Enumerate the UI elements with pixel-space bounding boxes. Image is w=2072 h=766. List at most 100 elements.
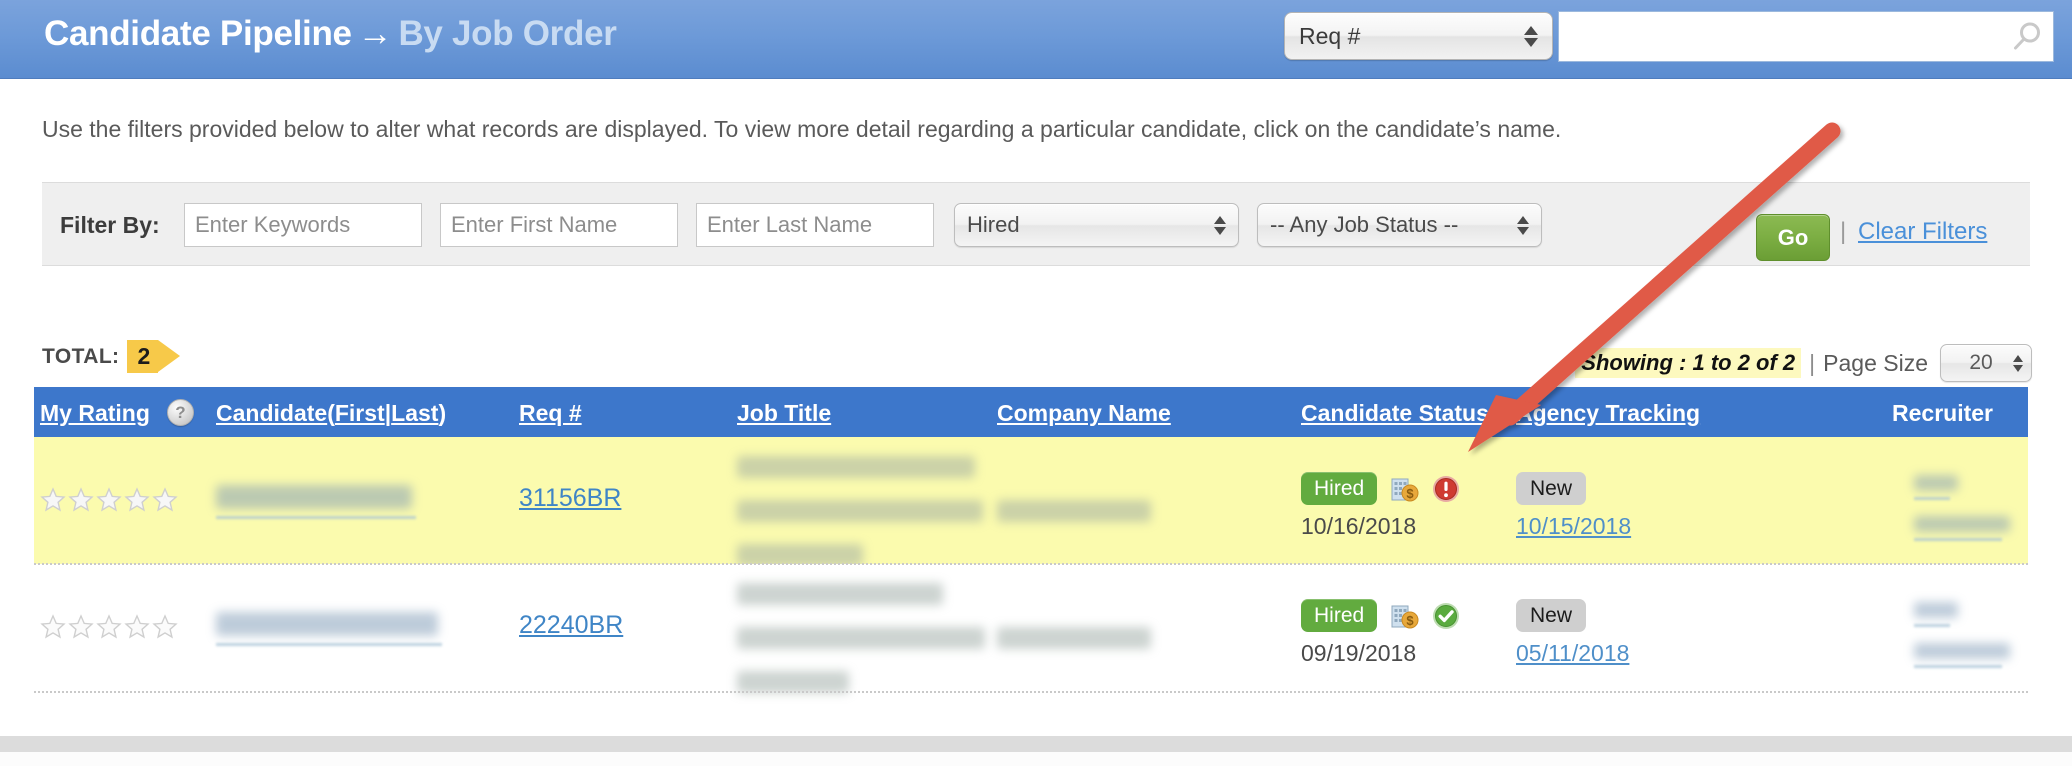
- filter-by-label: Filter By:: [60, 212, 160, 238]
- bottom-fill: [0, 752, 2072, 766]
- column-header-candidate[interactable]: Candidate(First|Last): [216, 400, 446, 427]
- table-row[interactable]: 22240BR Hired $ 09/19/2018 New 05/11/201…: [34, 564, 2028, 693]
- star-icon[interactable]: [68, 614, 94, 640]
- job-title-value: [737, 456, 983, 566]
- page-size-separator: |: [1809, 349, 1816, 376]
- column-label-agency-tracking: Agency Tracking: [1516, 400, 1701, 426]
- search-icon[interactable]: [2009, 19, 2045, 55]
- search-scope-value: Req #: [1299, 22, 1361, 49]
- column-label-candidate: Candidate: [216, 400, 328, 426]
- filter-bar: Filter By: Hired -- Any Job Status --: [42, 182, 2030, 266]
- first-name-input[interactable]: [440, 203, 678, 247]
- page-size-label: Page Size: [1823, 349, 1928, 376]
- green-check-icon[interactable]: [1431, 601, 1461, 631]
- req-link[interactable]: 31156BR: [519, 484, 621, 513]
- chevron-updown-icon: [1517, 215, 1529, 235]
- status-badge: Hired: [1301, 472, 1378, 505]
- column-label-req: Req #: [519, 400, 582, 426]
- red-exclamation-icon[interactable]: [1431, 474, 1461, 504]
- go-button[interactable]: Go: [1756, 214, 1830, 261]
- column-header-job-title[interactable]: Job Title: [737, 400, 831, 427]
- table-header-row: My Rating ? Candidate(First|Last) Req # …: [34, 387, 2028, 437]
- question-mark-icon[interactable]: ?: [167, 399, 194, 426]
- bottom-band: [0, 736, 2072, 752]
- row-divider: [34, 563, 2028, 565]
- page-title: Candidate Pipeline → By Job Order: [44, 14, 617, 54]
- clear-filters-link[interactable]: Clear Filters: [1858, 218, 1987, 246]
- showing-range: Showing : 1 to 2 of 2: [1575, 348, 1802, 378]
- recruiter-cell: [1914, 602, 2010, 668]
- rating-stars[interactable]: [40, 487, 178, 513]
- chevron-updown-icon: [2013, 354, 2023, 372]
- title-arrow-icon: →: [357, 14, 393, 53]
- column-header-my-rating[interactable]: My Rating: [40, 400, 150, 427]
- job-status-value: -- Any Job Status --: [1270, 212, 1459, 237]
- company-name-value: [997, 627, 1151, 649]
- keywords-input[interactable]: [184, 203, 422, 247]
- column-label-recruiter: Recruiter: [1892, 400, 1993, 426]
- star-icon[interactable]: [40, 487, 66, 513]
- job-status-select[interactable]: -- Any Job Status --: [1257, 203, 1542, 247]
- svg-text:$: $: [1407, 613, 1415, 628]
- page-title-main: Candidate Pipeline: [44, 14, 352, 53]
- req-link[interactable]: 22240BR: [519, 611, 623, 640]
- column-label-last[interactable]: Last: [391, 400, 438, 426]
- candidate-paren-open: (: [327, 400, 335, 426]
- column-header-candidate-status[interactable]: Candidate Status: [1301, 400, 1489, 427]
- status-date: 09/19/2018: [1301, 640, 1417, 666]
- rating-stars[interactable]: [40, 614, 178, 640]
- table-row[interactable]: 31156BR Hired $ 10/16/2018 New 10/15/201…: [34, 437, 2028, 566]
- star-icon[interactable]: [124, 614, 150, 640]
- column-label-candidate-status: Candidate Status: [1301, 400, 1489, 426]
- column-label-company-name: Company Name: [997, 400, 1171, 426]
- global-search-box[interactable]: [1558, 11, 2054, 62]
- column-label-job-title: Job Title: [737, 400, 832, 426]
- column-header-agency-tracking[interactable]: Agency Tracking: [1516, 400, 1700, 427]
- candidate-status-cell: Hired $: [1301, 599, 1461, 667]
- filter-separator: |: [1840, 218, 1847, 245]
- app-header: Candidate Pipeline → By Job Order Req #: [0, 0, 2072, 79]
- status-date: 10/16/2018: [1301, 513, 1417, 539]
- total-badge: 2: [127, 340, 180, 373]
- star-icon[interactable]: [96, 487, 122, 513]
- candidate-status-select[interactable]: Hired: [954, 203, 1239, 247]
- company-name-value: [997, 500, 1151, 522]
- column-label-first[interactable]: First: [335, 400, 385, 426]
- total-summary: TOTAL: 2: [42, 340, 180, 373]
- star-icon[interactable]: [124, 487, 150, 513]
- building-money-icon[interactable]: $: [1389, 474, 1419, 504]
- agency-date-link[interactable]: 10/15/2018: [1516, 513, 1631, 540]
- page-title-sub: By Job Order: [398, 14, 617, 53]
- candidate-name-link[interactable]: [216, 612, 442, 646]
- column-label-my-rating: My Rating: [40, 400, 150, 426]
- star-icon[interactable]: [96, 614, 122, 640]
- column-header-company-name[interactable]: Company Name: [997, 400, 1171, 427]
- column-header-recruiter: Recruiter: [1892, 400, 1993, 427]
- column-header-req[interactable]: Req #: [519, 400, 582, 427]
- candidate-name-link[interactable]: [216, 485, 416, 519]
- recruiter-cell: [1914, 475, 2010, 541]
- search-scope-select[interactable]: Req #: [1284, 12, 1553, 60]
- candidate-status-value: Hired: [967, 212, 1020, 237]
- star-icon[interactable]: [40, 614, 66, 640]
- agency-tracking-cell: New 10/15/2018: [1516, 472, 1631, 540]
- agency-badge: New: [1516, 472, 1587, 505]
- page-size-value: 20: [1969, 351, 1993, 374]
- instruction-text: Use the filters provided below to alter …: [42, 116, 1562, 142]
- star-icon[interactable]: [68, 487, 94, 513]
- agency-tracking-cell: New 05/11/2018: [1516, 599, 1629, 667]
- candidate-status-cell: Hired $: [1301, 472, 1461, 540]
- page-size-select[interactable]: 20: [1940, 344, 2032, 382]
- star-icon[interactable]: [152, 614, 178, 640]
- job-title-value: [737, 583, 985, 693]
- building-money-icon[interactable]: $: [1389, 601, 1419, 631]
- candidate-paren-close: ): [438, 400, 447, 426]
- last-name-input[interactable]: [696, 203, 934, 247]
- agency-date-link[interactable]: 05/11/2018: [1516, 640, 1629, 667]
- total-label: TOTAL:: [42, 344, 120, 368]
- agency-badge: New: [1516, 599, 1587, 632]
- pagination-summary: Showing : 1 to 2 of 2 | Page Size 20: [1575, 344, 2032, 382]
- search-input[interactable]: [1567, 22, 2009, 51]
- star-icon[interactable]: [152, 487, 178, 513]
- status-badge: Hired: [1301, 599, 1378, 632]
